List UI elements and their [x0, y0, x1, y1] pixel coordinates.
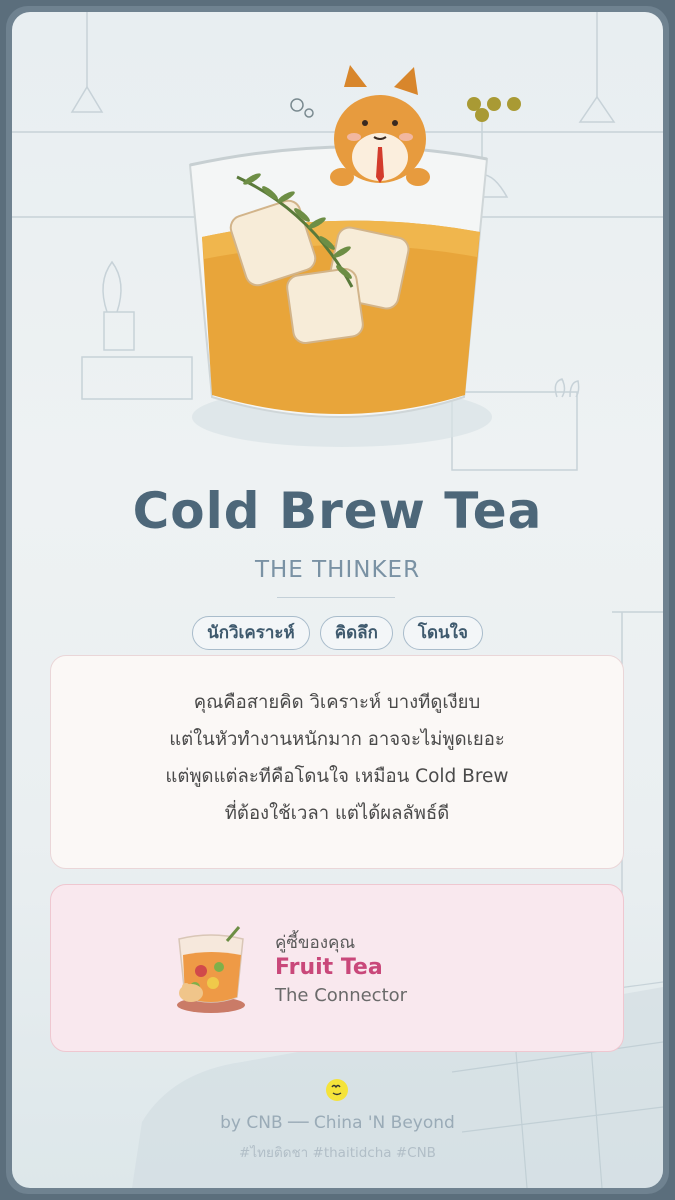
- cnb-smiley-logo-icon: [326, 1079, 348, 1101]
- footer-hashtags: #ไทยติดชา #thaitidcha #CNB: [239, 1145, 436, 1161]
- description-line: แต่ในหัวทำงานหนักมาก อาจจะไม่พูดเยอะ: [169, 729, 505, 750]
- footer-credit: by CNB ── China 'N Beyond: [220, 1113, 455, 1133]
- description-line: แต่พูดแต่ละทีคือโดนใจ เหมือน Cold Brew: [165, 766, 509, 787]
- best-match-text: คู่ซี้ของคุณ Fruit Tea The Connector: [275, 933, 407, 1009]
- description-line: ที่ต้องใช้เวลา แต่ได้ผลลัพธ์ดี: [224, 803, 450, 824]
- best-match-role: The Connector: [275, 985, 408, 1006]
- best-match-label: คู่ซี้ของคุณ: [275, 933, 356, 953]
- drink-title: Cold Brew Tea: [132, 482, 543, 540]
- tag-on-point: โดนใจ: [402, 616, 483, 650]
- tag-analyst: นักวิเคราะห์: [192, 616, 310, 650]
- fruit-tea-illustration: [177, 926, 245, 1013]
- title-divider: [277, 597, 395, 598]
- description-box: คุณคือสายคิด วิเคราะห์ บางทีดูเงียบ แต่ใ…: [50, 655, 624, 869]
- best-match-name: Fruit Tea: [275, 955, 383, 980]
- ellipsis-dots: [467, 97, 521, 111]
- tag-deep-thinker: คิดลึก: [319, 616, 393, 650]
- best-match-card[interactable]: คู่ซี้ของคุณ Fruit Tea The Connector: [50, 884, 624, 1052]
- cold-brew-tea-illustration: [188, 65, 492, 447]
- result-card: Cold Brew Tea THE THINKER นักวิเคราะห์ ค…: [12, 12, 663, 1188]
- trait-tags: นักวิเคราะห์ คิดลึก โดนใจ: [12, 616, 663, 650]
- description-line: คุณคือสายคิด วิเคราะห์ บางทีดูเงียบ: [193, 692, 481, 713]
- persona-subtitle: THE THINKER: [254, 557, 421, 583]
